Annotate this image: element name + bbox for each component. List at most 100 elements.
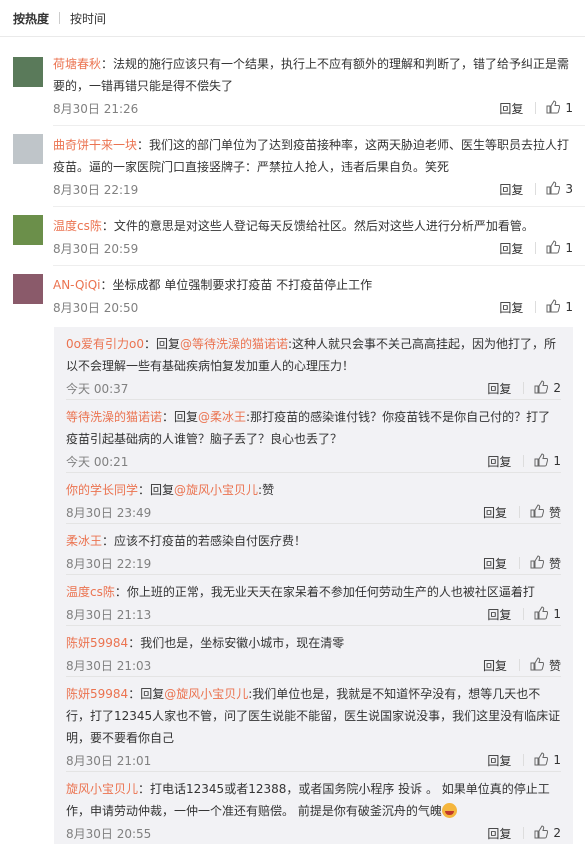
reply-text: 等待洗澡的猫诺诺：回复@柔冰王:那打疫苗的感染谁付钱？你疫苗钱不是你自己付的？打… bbox=[66, 406, 561, 450]
reply-body: ：回复 bbox=[138, 483, 175, 497]
avatar[interactable] bbox=[13, 134, 43, 164]
reply-text: 陈妍59984：我们也是，坐标安徽小城市，现在清零 bbox=[66, 632, 561, 654]
comment-item: 温度cs陈：文件的意思是对这些人登记每天反馈给社区。然后对这些人进行分析严加看管… bbox=[0, 207, 585, 265]
comment-body: ：坐标成都 单位强制要求打疫苗 不打疫苗停止工作 bbox=[100, 278, 373, 292]
like-button[interactable]: 1 bbox=[546, 298, 573, 316]
reply-username[interactable]: 等待洗澡的猫诺诺 bbox=[66, 410, 162, 424]
sort-by-time-tab[interactable]: 按时间 bbox=[70, 10, 106, 27]
reply-button[interactable]: 回复 bbox=[483, 555, 507, 572]
mention-link[interactable]: @柔冰王 bbox=[198, 410, 246, 424]
avatar[interactable] bbox=[13, 274, 43, 304]
mention-link[interactable]: @旋风小宝贝儿 bbox=[164, 687, 248, 701]
thumbs-up-icon bbox=[534, 824, 553, 842]
reply-button[interactable]: 回复 bbox=[487, 752, 511, 769]
avatar[interactable] bbox=[13, 57, 43, 87]
comment-list: 荷塘春秋：法规的施行应该只有一个结果，执行上不应有额外的理解和判断了，错了给予纠… bbox=[0, 37, 585, 844]
like-count: 1 bbox=[565, 101, 573, 115]
reply-body: ：打电话12345或者12388，或者国务院小程序 投诉 。 如果单位真的停止工… bbox=[66, 782, 550, 818]
reply-username[interactable]: 旋风小宝贝儿 bbox=[66, 782, 138, 796]
meta-divider bbox=[535, 183, 537, 195]
reply-username[interactable]: 柔冰王 bbox=[66, 534, 102, 548]
reply-body: ：我们也是，坐标安徽小城市，现在清零 bbox=[128, 636, 345, 650]
reply-button[interactable]: 回复 bbox=[499, 181, 523, 198]
comment-text: 荷塘春秋：法规的施行应该只有一个结果，执行上不应有额外的理解和判断了，错了给予纠… bbox=[53, 53, 573, 97]
comment-meta: 8月30日 20:55 回复 2 bbox=[66, 822, 561, 844]
comment-date: 8月30日 21:26 bbox=[53, 101, 139, 116]
reply-button[interactable]: 回复 bbox=[487, 453, 511, 470]
thumbs-up-icon bbox=[534, 605, 553, 623]
meta-divider bbox=[523, 455, 525, 467]
reply-item: 陈妍59984：回复@旋风小宝贝儿:我们单位也是，我就是不知道怀孕没有，想等几天… bbox=[66, 677, 573, 771]
like-button[interactable]: 赞 bbox=[530, 503, 561, 521]
reply-button[interactable]: 回复 bbox=[487, 825, 511, 842]
reply-username[interactable]: 你的学长同学 bbox=[66, 483, 138, 497]
comment-text: 曲奇饼干来一块：我们这的部门单位为了达到疫苗接种率，这两天胁迫老师、医生等职员去… bbox=[53, 134, 573, 178]
avatar[interactable] bbox=[13, 215, 43, 245]
like-count: 2 bbox=[553, 381, 561, 395]
reply-item: 柔冰王：应该不打疫苗的若感染自付医疗费！ 8月30日 22:19 回复 赞 bbox=[66, 524, 573, 574]
reply-item: 0o爱有引力o0：回复@等待洗澡的猫诺诺:这种人就只会事不关己高高挂起，因为他打… bbox=[66, 327, 573, 399]
comment-date: 今天 00:21 bbox=[66, 454, 129, 469]
reply-thread: 0o爱有引力o0：回复@等待洗澡的猫诺诺:这种人就只会事不关己高高挂起，因为他打… bbox=[54, 327, 573, 844]
reply-body: ：回复 bbox=[143, 337, 180, 351]
reply-username[interactable]: 陈妍59984 bbox=[66, 636, 128, 650]
comment-item: 曲奇饼干来一块：我们这的部门单位为了达到疫苗接种率，这两天胁迫老师、医生等职员去… bbox=[0, 126, 585, 206]
comment-meta: 今天 00:21 回复 1 bbox=[66, 450, 561, 472]
comment-meta: 8月30日 21:03 回复 赞 bbox=[66, 654, 561, 676]
reply-item: 陈妍59984：我们也是，坐标安徽小城市，现在清零 8月30日 21:03 回复… bbox=[66, 626, 573, 676]
comment-body: ：文件的意思是对这些人登记每天反馈给社区。然后对这些人进行分析严加看管。 bbox=[101, 219, 534, 233]
thumbs-up-icon bbox=[546, 99, 565, 117]
reply-username[interactable]: 温度cs陈 bbox=[66, 585, 115, 599]
thumbs-up-icon bbox=[534, 751, 553, 769]
reply-button[interactable]: 回复 bbox=[499, 240, 523, 257]
reply-body: ：你上班的正常，我无业天天在家呆着不参加任何劳动生产的人也被社区逼着打 bbox=[114, 585, 535, 599]
like-button[interactable]: 3 bbox=[546, 180, 573, 198]
reply-username[interactable]: 陈妍59984 bbox=[66, 687, 128, 701]
comment-username[interactable]: 曲奇饼干来一块 bbox=[53, 138, 137, 152]
reply-button[interactable]: 回复 bbox=[499, 100, 523, 117]
mention-link[interactable]: @旋风小宝贝儿 bbox=[174, 483, 258, 497]
comment-username[interactable]: 温度cs陈 bbox=[53, 219, 102, 233]
thumbs-up-icon bbox=[546, 180, 565, 198]
meta-divider bbox=[535, 102, 537, 114]
reply-button[interactable]: 回复 bbox=[483, 657, 507, 674]
comment-date: 8月30日 21:13 bbox=[66, 607, 152, 622]
reply-button[interactable]: 回复 bbox=[499, 299, 523, 316]
sort-divider bbox=[59, 12, 61, 24]
thumbs-up-icon bbox=[530, 554, 549, 572]
like-button[interactable]: 赞 bbox=[530, 656, 561, 674]
reply-item: 温度cs陈：你上班的正常，我无业天天在家呆着不参加任何劳动生产的人也被社区逼着打… bbox=[66, 575, 573, 625]
comment-meta: 8月30日 23:49 回复 赞 bbox=[66, 501, 561, 523]
comment-meta: 8月30日 21:26 回复 1 bbox=[53, 97, 573, 119]
comment-meta: 8月30日 21:01 回复 1 bbox=[66, 749, 561, 771]
comment-text: 温度cs陈：文件的意思是对这些人登记每天反馈给社区。然后对这些人进行分析严加看管… bbox=[53, 215, 573, 237]
reply-button[interactable]: 回复 bbox=[487, 606, 511, 623]
like-count: 1 bbox=[553, 454, 561, 468]
emoji-icon bbox=[441, 803, 457, 818]
sort-by-hot-tab[interactable]: 按热度 bbox=[13, 10, 49, 27]
like-button[interactable]: 1 bbox=[534, 605, 561, 623]
comment-username[interactable]: 荷塘春秋 bbox=[53, 57, 101, 71]
reply-username[interactable]: 0o爱有引力o0 bbox=[66, 337, 144, 351]
reply-body: ：回复 bbox=[162, 410, 199, 424]
mention-link[interactable]: @等待洗澡的猫诺诺 bbox=[180, 337, 288, 351]
like-count: 赞 bbox=[548, 505, 561, 520]
comment-username[interactable]: AN-QiQi bbox=[53, 278, 101, 292]
like-button[interactable]: 1 bbox=[546, 239, 573, 257]
comment-body: ：法规的施行应该只有一个结果，执行上不应有额外的理解和判断了，错了给予纠正是需要… bbox=[53, 57, 570, 93]
like-button[interactable]: 赞 bbox=[530, 554, 561, 572]
meta-divider bbox=[518, 659, 520, 671]
like-button[interactable]: 2 bbox=[534, 379, 561, 397]
meta-divider bbox=[518, 557, 520, 569]
like-button[interactable]: 2 bbox=[534, 824, 561, 842]
comment-date: 8月30日 21:01 bbox=[66, 753, 152, 768]
reply-item: 旋风小宝贝儿：打电话12345或者12388，或者国务院小程序 投诉 。 如果单… bbox=[66, 772, 573, 844]
comment-date: 今天 00:37 bbox=[66, 381, 129, 396]
reply-body: ：回复 bbox=[128, 687, 165, 701]
reply-button[interactable]: 回复 bbox=[487, 380, 511, 397]
like-button[interactable]: 1 bbox=[534, 751, 561, 769]
reply-button[interactable]: 回复 bbox=[483, 504, 507, 521]
like-button[interactable]: 1 bbox=[534, 452, 561, 470]
thumbs-up-icon bbox=[534, 379, 553, 397]
like-button[interactable]: 1 bbox=[546, 99, 573, 117]
